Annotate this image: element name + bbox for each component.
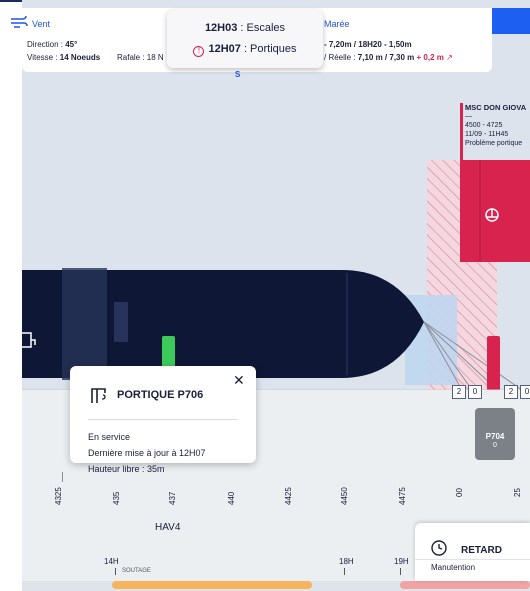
portiques-time: 12H07 [208,43,241,55]
bollard-count[interactable]: 0 [468,385,482,399]
bunkering-slot[interactable] [112,581,312,589]
hour-tick [344,568,345,575]
bunkering-label: SOUTAGE [122,568,151,574]
tide-line2: / Réelle : 7,10 m / 7,30 m + 0,2 m ↗ [324,53,453,62]
wind-speed: Vitesse : 14 Noeuds [27,53,100,62]
delay-subtitle: Manutention [431,563,476,572]
tide-line1: - 7,20m / 18H20 - 1,50m [324,40,412,49]
popup-title: PORTIQUE P706 [117,389,204,401]
ruler-label: 435 [112,491,121,505]
clock-icon [431,540,447,556]
tide-delta: + 0,2 m [416,53,444,62]
close-icon[interactable]: ✕ [233,372,245,389]
popup-status: En service [88,432,131,442]
wind-icon [11,15,28,28]
popup-clearance: Hauteur libre : 35m [88,464,165,474]
crane-info-popup: PORTIQUE P706 ✕ En service Dernière mise… [70,366,256,463]
bollard-count[interactable]: 0 [520,385,530,399]
delay-panel[interactable]: RETARD Manutention [415,523,530,581]
portiques-label: : Portiques [240,43,297,55]
ruler-label: 4425 [284,487,293,505]
delay-slot[interactable] [400,581,530,589]
speed-label: Vitesse : [27,53,60,62]
direction-label: Direction : [27,40,66,49]
ruler-label: 4475 [398,487,407,505]
zone-label: HAV4 [155,522,181,533]
vessel-range: 4500 - 4725 [465,122,503,129]
ruler-label: 440 [227,491,236,505]
tide-real-value: 7,10 m / 7,30 m [357,53,415,62]
ruler-label: 437 [168,491,177,505]
ruler-label: 4325 [54,487,63,505]
vessel-dash: — [465,113,472,120]
popup-updated: Dernière mise à jour à 12H07 [88,448,206,458]
escales-label: : Escales [237,22,286,34]
dropdown-handle[interactable]: S [235,70,240,79]
wind-gust: Rafale : 18 N [117,53,164,62]
popup-divider [88,419,238,420]
direction-value: 45° [65,40,78,49]
crane-p704-badge[interactable]: P704 0 [475,408,515,460]
wind-direction: Direction : 45° [27,40,77,49]
updates-dropdown[interactable]: 12H03 : Escales ! 12H07 : Portiques [167,10,323,68]
ship-icon [485,208,499,222]
ruler-label: 4450 [340,487,349,505]
vessel-datetime: 11/09 - 11H45 [465,131,509,138]
crane-p704-value: 0 [493,442,497,449]
tide-label: Marée [324,19,350,29]
delay-divider [415,559,530,560]
hour-label: 19H [394,557,409,566]
trend-up-icon: ↗ [446,53,453,62]
plug-icon [22,332,36,348]
escales-time: 12H03 [204,22,238,34]
bollard-count[interactable]: 2 [452,385,466,399]
ruler-tick [62,472,63,482]
vessel-info-label[interactable]: MSC DON GIOVA — 4500 - 4725 11/09 - 11H4… [465,103,526,148]
hour-label: 18H [339,557,354,566]
speed-value: 14 Noeuds [59,53,101,62]
blue-action-button[interactable] [492,8,530,34]
update-escales[interactable]: 12H03 : Escales [167,22,323,34]
vessel-issue: Problème portique [465,140,523,147]
ruler-label: 00 [455,488,464,497]
crane-p704-label: P704 [485,432,505,441]
wind-label: Vent [32,19,51,29]
hour-tick [115,568,116,575]
hour-label: 14H [104,557,119,566]
bollard-count[interactable]: 2 [504,385,518,399]
berth-map[interactable] [22,0,530,591]
delay-title: RETARD [461,545,502,556]
tide-real-label: / Réelle : [324,53,358,62]
hour-tick [400,568,401,575]
crane-icon [91,388,106,403]
vessel-name: MSC DON GIOVA [465,103,527,112]
warning-icon: ! [193,46,205,57]
update-portiques[interactable]: ! 12H07 : Portiques [167,43,323,57]
ruler-label: 25 [513,488,522,497]
